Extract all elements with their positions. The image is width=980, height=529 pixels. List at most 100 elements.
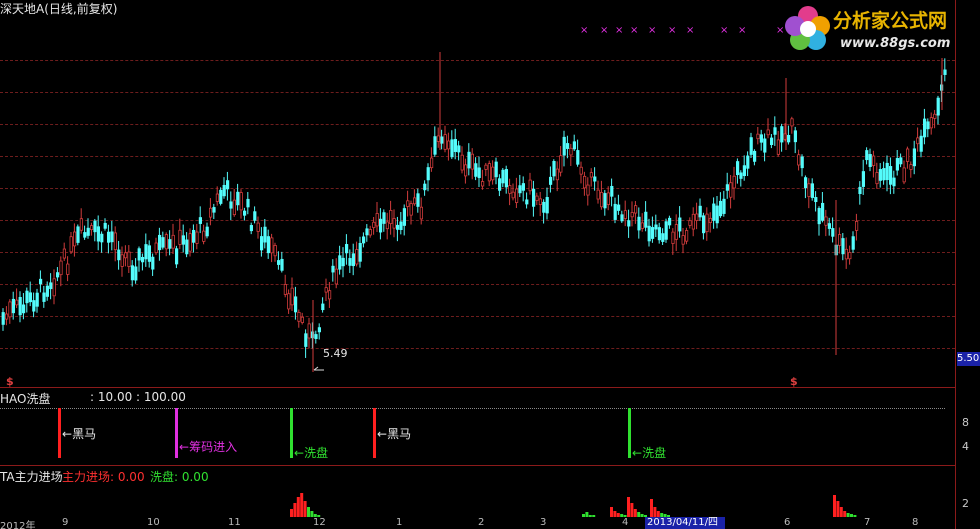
candle-body <box>215 193 219 202</box>
candle-body <box>559 155 563 173</box>
candle-body <box>882 168 886 181</box>
x-axis-label: 1 <box>396 517 403 528</box>
candle-body <box>450 139 454 158</box>
candle-body <box>831 228 835 237</box>
candle-body <box>246 198 250 208</box>
candle-body <box>453 139 458 152</box>
candle-body <box>885 162 889 181</box>
candle-body <box>538 198 543 205</box>
histogram-bar <box>839 507 843 517</box>
candle-body <box>219 189 223 204</box>
candle-body <box>766 129 770 136</box>
candle-body <box>113 232 117 251</box>
candle-body <box>844 248 849 260</box>
candle-body <box>545 197 549 214</box>
candle-body <box>644 211 648 228</box>
candle-body <box>419 206 424 220</box>
candle-body <box>586 184 590 196</box>
candle-body <box>572 141 577 150</box>
signal-cross-icon: × <box>648 25 657 36</box>
candle-body <box>42 292 46 302</box>
panel-separator <box>0 465 955 466</box>
candle-body <box>861 171 866 187</box>
candle-body <box>508 185 512 194</box>
candle-body <box>266 236 271 254</box>
current-price-tag: 5.50 <box>957 352 980 366</box>
signal-label-xipan: ←洗盘 <box>632 446 667 460</box>
candle-body <box>807 183 811 197</box>
candle-body <box>86 227 90 236</box>
candle-body <box>841 238 845 255</box>
candle-body <box>902 167 906 183</box>
signal-line-xipan <box>628 408 631 458</box>
candle-body <box>872 155 876 166</box>
histogram-bar <box>293 503 297 517</box>
candle-body <box>528 179 532 192</box>
candle-body <box>576 150 580 165</box>
histogram-bar <box>585 512 589 517</box>
candle-body <box>627 220 631 227</box>
candle-body <box>35 292 39 307</box>
candle-body <box>395 224 400 230</box>
candle-body <box>416 193 420 207</box>
candle-body <box>327 290 332 300</box>
candle-body <box>736 161 740 176</box>
candle-body <box>161 237 165 248</box>
candle-body <box>668 217 672 226</box>
candle-body <box>171 234 175 249</box>
candle-body <box>487 163 492 182</box>
candle-body <box>521 183 526 191</box>
candle-body <box>69 236 73 253</box>
candle-body <box>654 224 658 230</box>
candle-body <box>446 140 451 150</box>
histogram-bar <box>627 497 630 517</box>
candle-body <box>661 233 665 242</box>
candle-body <box>103 222 107 229</box>
candle-body <box>147 245 151 262</box>
candle-body <box>62 248 67 259</box>
candle-body <box>583 175 587 189</box>
candle-body <box>702 215 706 234</box>
candle-body <box>552 161 556 177</box>
candle-body <box>229 201 233 209</box>
low-price-label: 5.49 <box>323 347 348 360</box>
candlestick-chart <box>1 52 947 372</box>
signal-cross-icon: × <box>776 25 785 36</box>
x-axis-label: 2 <box>478 517 485 528</box>
candle-body <box>372 221 376 229</box>
candle-body <box>191 229 196 243</box>
candle-body <box>361 236 366 244</box>
candle-body <box>21 304 26 314</box>
x-axis-label: 12 <box>313 517 326 528</box>
candle-body <box>263 226 267 243</box>
candle-body <box>300 316 305 323</box>
candle-body <box>855 221 859 231</box>
candle-body <box>389 209 393 225</box>
histogram-bar <box>296 497 300 517</box>
candle-body <box>168 239 172 249</box>
candle-body <box>878 169 883 181</box>
candle-body <box>691 213 696 230</box>
candle-body <box>919 135 923 152</box>
indicator2-ylabel: 2 <box>962 497 969 510</box>
candle-body <box>824 216 828 226</box>
candle-body <box>634 205 638 214</box>
histogram-bar <box>653 507 657 517</box>
candle-body <box>620 214 624 222</box>
candle-body <box>399 221 403 230</box>
candle-body <box>15 299 19 306</box>
candle-body <box>355 249 359 265</box>
candle-body <box>90 225 94 231</box>
candle-body <box>923 118 927 138</box>
candle-body <box>889 166 893 185</box>
candle-body <box>382 212 386 224</box>
candle-body <box>467 151 471 169</box>
candle-body <box>566 143 570 149</box>
candle-body <box>341 257 345 267</box>
histogram-bar <box>588 515 592 517</box>
indicator1-params: : 10.00 : 100.00 <box>90 390 186 404</box>
candle-body <box>630 212 634 218</box>
candle-body <box>73 231 77 247</box>
histogram-bar <box>637 512 641 517</box>
candle-body <box>321 303 325 311</box>
